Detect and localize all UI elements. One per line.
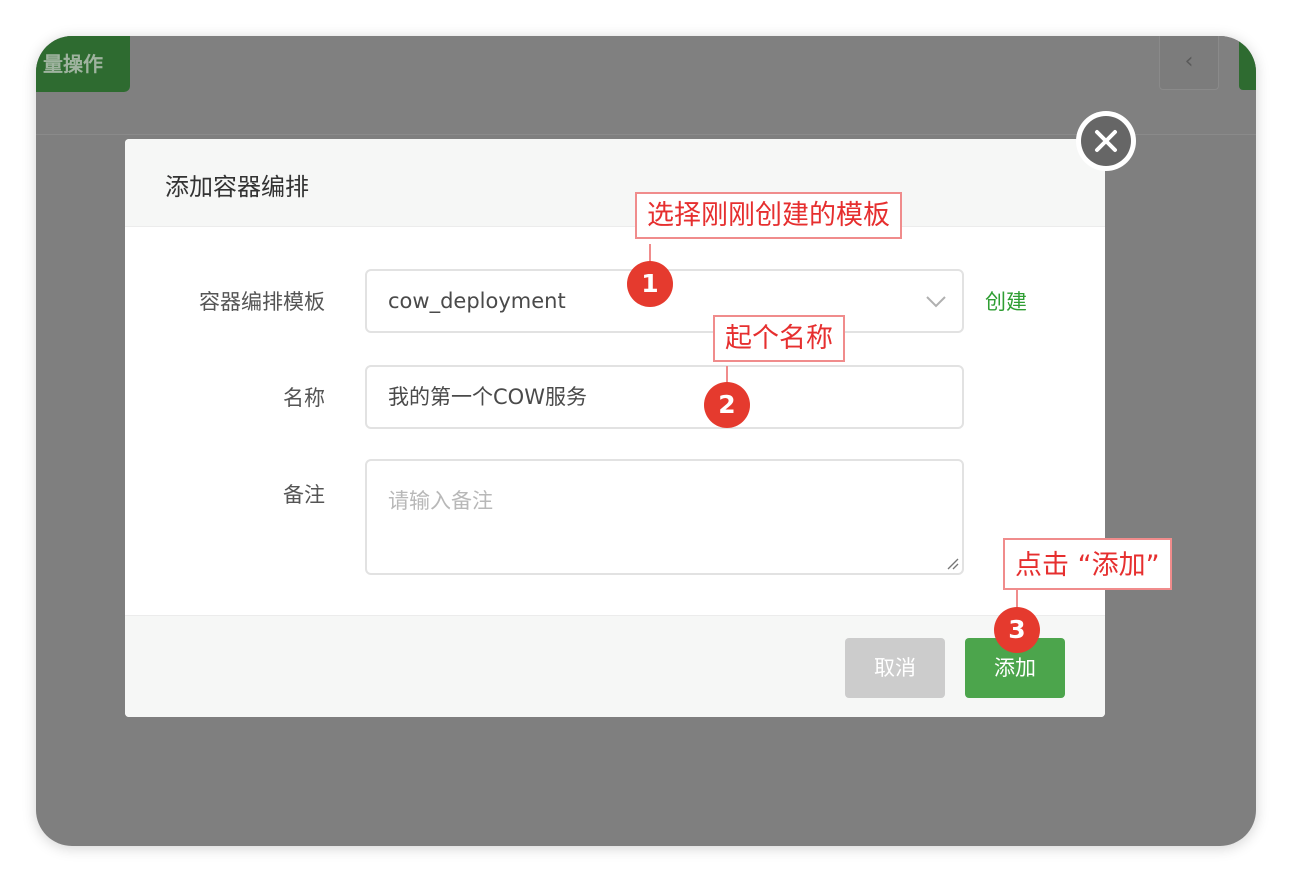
annotation-marker-2: 2 — [704, 382, 750, 428]
dialog-header: 添加容器编排 — [125, 139, 1105, 227]
chevron-down-icon — [926, 296, 946, 308]
add-orchestration-dialog: 添加容器编排 容器编排模板 cow_deployment 创建 名称 我的第一个… — [125, 139, 1105, 717]
annotation-callout-1: 选择刚刚创建的模板 — [635, 192, 902, 239]
create-template-link[interactable]: 创建 — [985, 286, 1027, 316]
note-label: 备注 — [283, 483, 325, 507]
name-label: 名称 — [283, 386, 325, 410]
dialog-title: 添加容器编排 — [165, 173, 309, 201]
name-input[interactable]: 我的第一个COW服务 — [365, 365, 964, 429]
close-circle-icon — [1081, 116, 1131, 166]
annotation-leader-3 — [1016, 590, 1018, 608]
prev-page-button[interactable]: ‹ — [1159, 36, 1219, 90]
annotation-callout-2: 起个名称 — [713, 315, 845, 362]
name-input-value: 我的第一个COW服务 — [388, 385, 587, 409]
annotation-marker-1: 1 — [627, 261, 673, 307]
background-toolbar: 量操作 ‹ — [36, 36, 1256, 135]
close-dialog-button[interactable] — [1076, 111, 1136, 171]
template-select-value: cow_deployment — [388, 289, 566, 313]
bulk-action-button[interactable]: 量操作 — [36, 36, 130, 92]
note-textarea[interactable]: 请输入备注 — [365, 459, 964, 575]
cancel-button[interactable]: 取消 — [845, 638, 945, 698]
annotation-callout-3: 点击 “添加” — [1003, 538, 1172, 590]
background-green-button[interactable] — [1239, 36, 1256, 90]
resize-grip-icon[interactable] — [943, 554, 959, 570]
dialog-footer: 取消 添加 — [125, 615, 1105, 717]
annotation-marker-3: 3 — [994, 607, 1040, 653]
template-label: 容器编排模板 — [199, 290, 325, 314]
note-placeholder: 请输入备注 — [388, 489, 493, 513]
